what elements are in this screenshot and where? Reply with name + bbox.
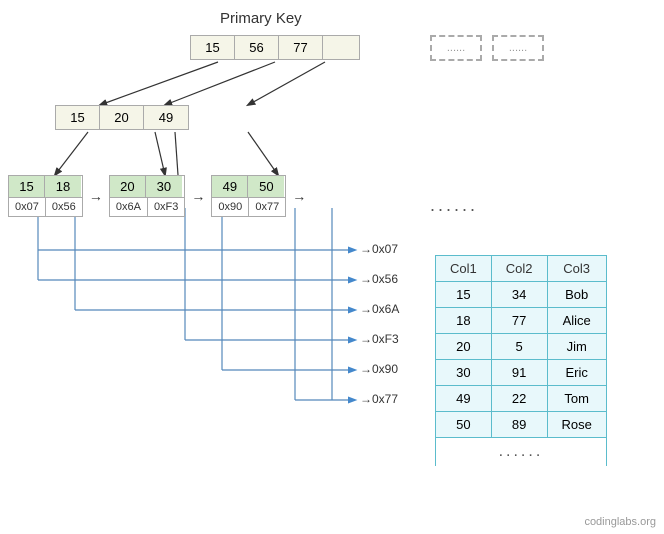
cell-3-2: 5 (491, 334, 547, 360)
table-row: 30 91 Eric (436, 360, 607, 386)
addr-0x6A: →0x6A (360, 302, 399, 316)
leaf-bot-2-1: 0x6A (110, 198, 148, 216)
cell-6-2: 89 (491, 412, 547, 438)
watermark: codinglabs.org (584, 516, 656, 528)
table-row: 18 77 Alice (436, 308, 607, 334)
leaf-top-3-1: 49 (212, 176, 248, 197)
cell-3-3: Jim (547, 334, 606, 360)
dashed-box-1: ...... (430, 35, 482, 61)
data-table: Col1 Col2 Col3 15 34 Bob 18 77 Alice 20 … (435, 255, 607, 466)
table-row: 15 34 Bob (436, 282, 607, 308)
table-row: 49 22 Tom (436, 386, 607, 412)
table-dots: ...... (436, 438, 607, 467)
cell-4-1: 30 (436, 360, 492, 386)
leaf-node-3: 49 50 0x90 0x77 (211, 175, 286, 217)
addr-0x90: →0x90 (360, 362, 398, 376)
pk-cell-2: 56 (235, 36, 279, 59)
table-row: 20 5 Jim (436, 334, 607, 360)
page-title: Primary Key (220, 10, 302, 27)
dashed-box-2: ...... (492, 35, 544, 61)
cell-2-1: 18 (436, 308, 492, 334)
cell-4-2: 91 (491, 360, 547, 386)
cell-3-1: 20 (436, 334, 492, 360)
cell-1-2: 34 (491, 282, 547, 308)
main-container: Primary Key (0, 0, 664, 534)
level2-row: 15 20 49 (55, 105, 189, 130)
l2-cell-2: 20 (100, 106, 144, 129)
addr-0x77: →0x77 (360, 392, 398, 406)
pk-cell-3: 77 (279, 36, 323, 59)
l2-box: 15 20 49 (55, 105, 189, 130)
col-header-2: Col2 (491, 256, 547, 282)
addr-0x07: →0x07 (360, 242, 398, 256)
leaf-top-2-2: 30 (146, 176, 182, 197)
addr-0xF3: →0xF3 (360, 332, 399, 346)
cell-5-1: 49 (436, 386, 492, 412)
col-header-3: Col3 (547, 256, 606, 282)
cell-1-1: 15 (436, 282, 492, 308)
pk-cell-4 (323, 44, 359, 52)
cell-4-3: Eric (547, 360, 606, 386)
leaf-top-2-1: 20 (110, 176, 146, 197)
col-header-1: Col1 (436, 256, 492, 282)
cell-5-2: 22 (491, 386, 547, 412)
pk-cell-1: 15 (191, 36, 235, 59)
cell-1-3: Bob (547, 282, 606, 308)
cell-6-3: Rose (547, 412, 606, 438)
dots-middle: ...... (430, 195, 478, 216)
arrow-3: → (292, 188, 306, 204)
leaf-bot-3-1: 0x90 (212, 198, 249, 216)
cell-2-2: 77 (491, 308, 547, 334)
cell-6-1: 50 (436, 412, 492, 438)
leaf-bot-3-2: 0x77 (249, 198, 285, 216)
cell-5-3: Tom (547, 386, 606, 412)
table-dots-row: ...... (436, 438, 607, 467)
pk-dashed-group: ...... ...... (430, 35, 544, 61)
cell-2-3: Alice (547, 308, 606, 334)
leaf-top-3-2: 50 (248, 176, 284, 197)
leaf-top-1-1: 15 (9, 176, 45, 197)
leaf-row: 15 18 0x07 0x56 → 20 30 0x6A 0xF3 → 49 (8, 175, 308, 217)
pk-box: 15 56 77 (190, 35, 360, 60)
leaf-bot-1-2: 0x56 (46, 198, 82, 216)
l2-cell-1: 15 (56, 106, 100, 129)
addr-0x56: →0x56 (360, 272, 398, 286)
arrow-1: → (89, 188, 103, 204)
l2-cell-3: 49 (144, 106, 188, 129)
leaf-top-1-2: 18 (45, 176, 81, 197)
table-row: 50 89 Rose (436, 412, 607, 438)
leaf-bot-2-2: 0xF3 (148, 198, 184, 216)
leaf-node-2: 20 30 0x6A 0xF3 (109, 175, 186, 217)
leaf-bot-1-1: 0x07 (9, 198, 46, 216)
leaf-node-1: 15 18 0x07 0x56 (8, 175, 83, 217)
arrow-2: → (191, 188, 205, 204)
pk-row: 15 56 77 (190, 35, 360, 60)
